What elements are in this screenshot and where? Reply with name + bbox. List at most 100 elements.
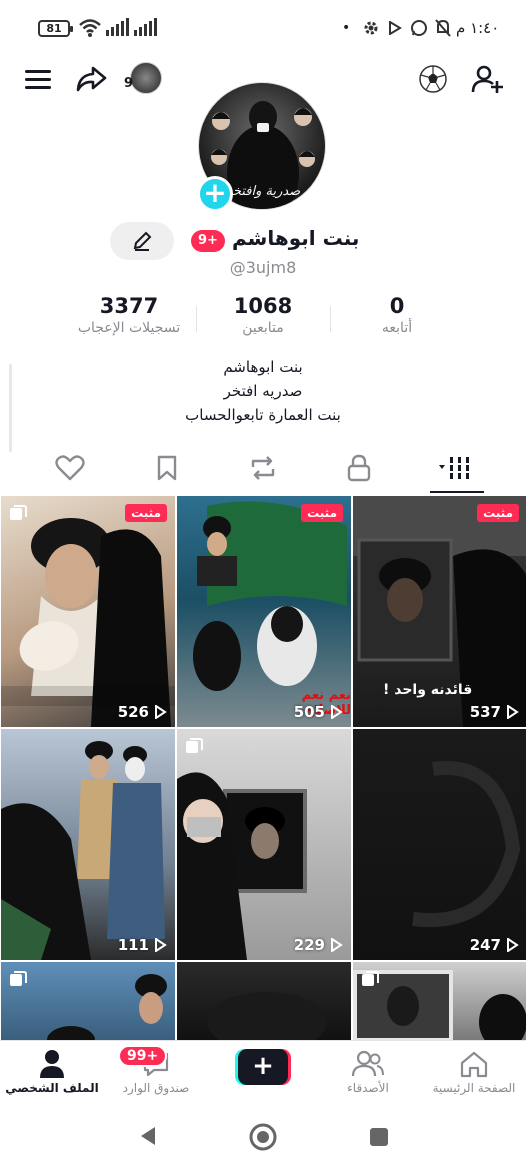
add-friend-icon[interactable] [468, 60, 508, 98]
stat-following-label: أتابعه [381, 320, 413, 336]
bottom-nav: الملف الشخصي صندوق الوارد 99+ + الأصدقاء… [0, 1040, 526, 1106]
tab-favorites[interactable] [139, 450, 195, 486]
create-plus-icon: + [238, 1049, 288, 1085]
stat-divider [196, 306, 197, 332]
multi-video-icon [10, 505, 27, 520]
header-avatar[interactable]: 9 [124, 62, 162, 96]
play-icon [331, 938, 343, 952]
status-time: ١:٤٠ م [456, 19, 500, 37]
video-thumbnail[interactable] [1, 962, 175, 1040]
active-tab-indicator [430, 491, 484, 493]
video-thumbnail[interactable] [353, 962, 526, 1040]
nav-friends[interactable]: الأصدقاء [318, 1047, 418, 1095]
menu-icon[interactable] [20, 64, 56, 94]
stat-likes-value: 3377 [99, 294, 159, 318]
video-thumbnail[interactable]: قائدنه واحد ! مثبت 537 [353, 496, 526, 727]
soccer-ball-icon[interactable] [416, 62, 450, 96]
view-count-value: 526 [117, 703, 149, 721]
play-icon [507, 938, 519, 952]
stat-likes[interactable]: 3377 تسجيلات الإعجاب [66, 294, 192, 336]
video-grid-icon [439, 457, 471, 479]
play-icon [507, 705, 519, 719]
view-count-value: 537 [469, 703, 501, 721]
tab-private[interactable] [331, 450, 387, 486]
video-thumbnail[interactable] [177, 962, 351, 1040]
view-count: 526 [118, 703, 167, 721]
repost-icon [251, 456, 275, 480]
create-button[interactable]: + [235, 1049, 291, 1085]
multi-video-icon [10, 971, 27, 986]
tab-reposts[interactable] [235, 450, 291, 486]
battery-icon: 81 [38, 20, 73, 37]
stat-followers-label: متابعين [242, 320, 284, 336]
pinned-badge: مثبت [125, 504, 167, 522]
bookmark-icon [157, 455, 177, 481]
share-icon[interactable] [72, 60, 110, 98]
play-icon [155, 938, 167, 952]
status-bar: 81 • ١:٤٠ م [0, 0, 526, 58]
pinned-badge: مثبت [301, 504, 343, 522]
nav-friends-label: الأصدقاء [347, 1081, 389, 1095]
view-count-value: 229 [293, 936, 325, 954]
battery-level: 81 [46, 22, 62, 35]
signal-icon-2 [134, 18, 157, 36]
signal-icon [106, 18, 129, 36]
play-store-icon [389, 21, 402, 35]
add-story-button[interactable]: + [197, 176, 233, 212]
stat-likes-label: تسجيلات الإعجاب [77, 320, 181, 336]
name-row: بنت ابوهاشم 9+ [0, 224, 526, 258]
play-icon [331, 705, 343, 719]
tab-videos[interactable] [428, 450, 484, 486]
whatsapp-icon [411, 20, 427, 36]
view-count: 247 [470, 936, 519, 954]
view-count-value: 505 [293, 703, 325, 721]
stat-followers-value: 1068 [233, 294, 293, 318]
username-handle: @3ujm8 [229, 258, 297, 277]
view-count: 537 [470, 703, 519, 721]
dot-icon: • [342, 20, 351, 36]
video-thumbnail[interactable]: نعم نعم للاصلاح مثبت 505 [177, 496, 351, 727]
bell-muted-icon [435, 19, 451, 37]
view-count-value: 247 [469, 936, 501, 954]
bio-line: صدريه افتخر [223, 382, 303, 400]
video-thumbnail[interactable]: 111 [1, 729, 175, 960]
edit-profile-button[interactable] [110, 222, 174, 260]
stat-divider [330, 306, 331, 332]
video-thumbnail[interactable]: 247 [353, 729, 526, 960]
nav-inbox-label: صندوق الوارد [122, 1081, 190, 1095]
view-count-value: 111 [117, 936, 149, 954]
multi-video-icon [362, 971, 379, 986]
display-name: بنت ابوهاشم [232, 226, 360, 250]
person-icon [40, 1050, 64, 1078]
nav-home[interactable]: الصفحة الرئيسية [424, 1047, 524, 1095]
stat-following-value: 0 [389, 294, 405, 318]
nav-home-label: الصفحة الرئيسية [432, 1081, 516, 1095]
video-thumbnail[interactable]: 229 [177, 729, 351, 960]
bio-line: بنت العمارة تابعوالحساب [185, 406, 341, 424]
nav-profile[interactable]: الملف الشخصي [2, 1047, 102, 1095]
nav-profile-label: الملف الشخصي [5, 1081, 99, 1095]
tab-liked[interactable] [42, 450, 98, 486]
view-count: 229 [294, 936, 343, 954]
pinned-badge: مثبت [477, 504, 519, 522]
view-count: 111 [118, 936, 167, 954]
home-icon [460, 1051, 488, 1078]
stat-following[interactable]: 0 أتابعه [352, 294, 442, 336]
heart-icon [55, 455, 85, 481]
play-icon [155, 705, 167, 719]
view-count: 505 [294, 703, 343, 721]
lock-icon [347, 454, 371, 482]
video-thumbnail[interactable]: مثبت 526 [1, 496, 175, 727]
friends-icon [352, 1050, 384, 1077]
header-avatar-count: 9 [124, 76, 134, 91]
notification-badge: 9+ [191, 230, 225, 252]
gear-icon [364, 21, 378, 35]
wifi-icon [79, 19, 101, 37]
inbox-badge: 99+ [118, 1045, 168, 1067]
home-circle-icon[interactable] [248, 1122, 278, 1152]
bio-line: بنت ابوهاشم [223, 358, 303, 376]
stat-followers[interactable]: 1068 متابعين [212, 294, 314, 336]
back-icon[interactable] [136, 1124, 160, 1148]
recents-icon[interactable] [368, 1126, 390, 1148]
system-nav-bar [0, 1106, 526, 1169]
